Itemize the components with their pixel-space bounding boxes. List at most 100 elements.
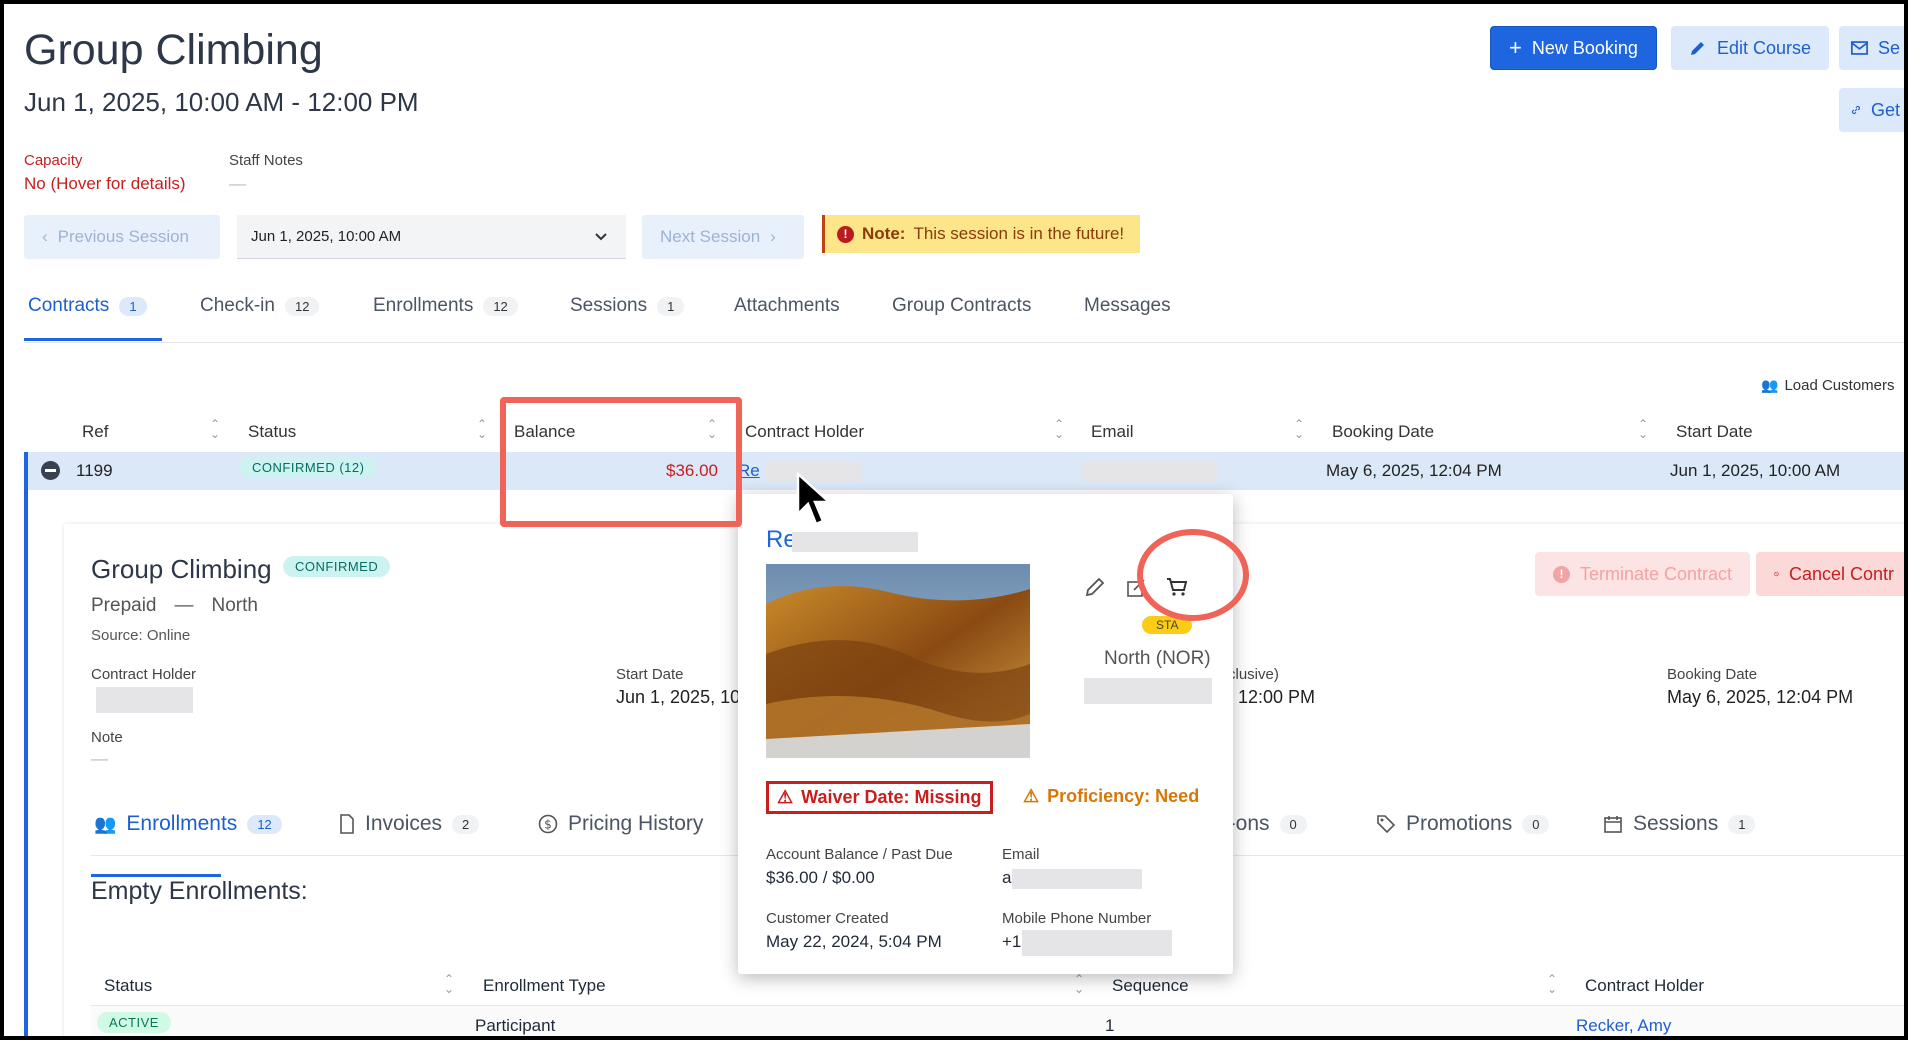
enroll-header-status[interactable]: Status (104, 976, 152, 996)
staff-notes-label: Staff Notes (229, 152, 303, 169)
enroll-type: Participant (475, 1016, 556, 1035)
link-icon (1851, 105, 1861, 115)
popup-location: North (NOR) (1104, 648, 1211, 669)
enroll-header-sequence[interactable]: Sequence (1112, 976, 1189, 996)
start-date-label: Start Date (616, 666, 684, 683)
new-booking-button[interactable]: + New Booking (1490, 26, 1657, 70)
active-tab-indicator (24, 338, 162, 341)
tab-group-contracts[interactable]: Group Contracts (892, 295, 1031, 317)
terminate-contract-button[interactable]: ! Terminate Contract (1535, 552, 1751, 596)
account-balance-value: $36.00 / $0.00 (766, 868, 875, 887)
customer-created-label: Customer Created (766, 910, 889, 927)
collapse-row-icon[interactable] (41, 461, 60, 480)
subtab-pricing-history[interactable]: $ Pricing History (538, 812, 703, 836)
booking-date-label: Booking Date (1667, 666, 1758, 683)
detail-title: Group Climbing (91, 554, 272, 584)
status-badge: CONFIRMED (12) (240, 457, 377, 478)
warning-icon: ⚠ (1023, 786, 1040, 806)
send-button[interactable]: Se (1839, 26, 1904, 70)
chevron-left-icon: ‹ (42, 227, 48, 246)
enroll-sequence: 1 (1105, 1016, 1115, 1035)
note-value: — (91, 749, 108, 768)
column-header-ref[interactable]: Ref (82, 422, 108, 442)
tab-enrollments[interactable]: Enrollments 12 (373, 295, 518, 317)
sort-icon[interactable]: ⌃ ⌄ (1294, 418, 1304, 440)
session-select[interactable]: Jun 1, 2025, 10:00 AM (237, 215, 626, 259)
redacted-contract-holder (96, 687, 193, 713)
next-session-button[interactable]: Next Session › (642, 215, 804, 259)
tab-messages[interactable]: Messages (1084, 295, 1171, 317)
svg-text:$: $ (544, 818, 552, 832)
mobile-phone-label: Mobile Phone Number (1002, 910, 1152, 927)
email-label: Email (1002, 846, 1040, 863)
mouse-cursor-icon (796, 472, 832, 526)
sort-icon[interactable]: ⌃ ⌄ (1054, 418, 1064, 440)
get-link-button[interactable]: Get (1839, 88, 1904, 132)
subtab-sessions[interactable]: Sessions 1 (1603, 812, 1756, 836)
sort-icon[interactable]: ⌃ ⌄ (210, 418, 220, 440)
customer-photo (766, 564, 1030, 758)
start-date-value: Jun 1, 2025, 10: (616, 687, 746, 707)
sort-icon[interactable]: ⌃ ⌄ (1547, 973, 1557, 995)
document-icon (340, 814, 354, 834)
detail-status-badge: CONFIRMED (283, 556, 391, 577)
contract-holder-label: Contract Holder (91, 666, 197, 683)
balance-highlight-annotation (500, 397, 742, 527)
page-title: Group Climbing (24, 26, 323, 74)
dollar-circle-icon: $ (538, 814, 558, 834)
redacted-email (1081, 461, 1218, 481)
sort-icon[interactable]: ⌃ ⌄ (477, 418, 487, 440)
enroll-header-type[interactable]: Enrollment Type (483, 976, 606, 996)
tag-icon (1377, 815, 1396, 834)
capacity-label: Capacity (24, 152, 83, 169)
calendar-icon (1604, 816, 1622, 833)
edit-pencil-icon[interactable] (1084, 576, 1106, 598)
ban-icon (1774, 571, 1779, 577)
end-date-label: clusive) (1228, 666, 1279, 683)
column-header-contract-holder[interactable]: Contract Holder (745, 422, 864, 442)
subtab-invoices[interactable]: Invoices 2 (339, 812, 480, 836)
chevron-down-icon (595, 232, 607, 240)
column-header-start-date[interactable]: Start Date (1676, 422, 1753, 442)
customer-created-value: May 22, 2024, 5:04 PM (766, 932, 942, 951)
pencil-icon (1691, 42, 1704, 55)
redacted-email (1012, 869, 1142, 889)
expanded-row-indicator (24, 452, 28, 1036)
previous-session-button[interactable]: ‹ Previous Session (24, 215, 220, 259)
column-header-email[interactable]: Email (1091, 422, 1134, 442)
cancel-contract-button[interactable]: Cancel Contr (1756, 552, 1904, 596)
redacted-detail (1084, 678, 1212, 704)
redacted-name (792, 532, 918, 552)
plus-icon: + (1509, 35, 1522, 60)
column-header-booking-date[interactable]: Booking Date (1332, 422, 1434, 442)
capacity-value[interactable]: No (Hover for details) (24, 174, 186, 194)
enroll-contract-holder-link[interactable]: Recker, Amy (1576, 1016, 1671, 1036)
session-date-range: Jun 1, 2025, 10:00 AM - 12:00 PM (24, 87, 419, 117)
main-tabs: Contracts 1 Check-in 12 Enrollments 12 Sess… (24, 287, 1904, 343)
row-start-date: Jun 1, 2025, 10:00 AM (1670, 461, 1841, 480)
alert-circle-icon: ! (1553, 565, 1570, 583)
tab-contracts[interactable]: Contracts 1 (28, 295, 147, 317)
column-header-status[interactable]: Status (248, 422, 296, 442)
enroll-header-contract-holder[interactable]: Contract Holder (1585, 976, 1704, 996)
future-session-note: ! Note: This session is in the future! (822, 215, 1140, 253)
edit-course-button[interactable]: Edit Course (1671, 26, 1830, 70)
proficiency-warning: ⚠ Proficiency: Need (1023, 786, 1200, 806)
tab-attachments[interactable]: Attachments (734, 295, 840, 317)
sort-icon[interactable]: ⌃ ⌄ (1074, 973, 1084, 995)
staff-notes-value: — (229, 174, 246, 193)
sort-icon[interactable]: ⌃ ⌄ (444, 973, 454, 995)
tab-check-in[interactable]: Check-in 12 (200, 295, 320, 317)
mobile-phone-value: +1 (1002, 932, 1022, 951)
subtab-enrollments[interactable]: 👥 Enrollments 12 (94, 812, 282, 836)
row-booking-date: May 6, 2025, 12:04 PM (1326, 461, 1502, 480)
load-customers-button[interactable]: 👥 Load Customers (1761, 377, 1895, 394)
users-icon: 👥 (94, 813, 117, 834)
alert-icon: ! (837, 225, 854, 243)
subtab-promotions[interactable]: Promotions 0 (1376, 812, 1550, 836)
row-ref: 1199 (76, 461, 113, 480)
sort-icon[interactable]: ⌃ ⌄ (1638, 418, 1648, 440)
note-label: Note (91, 729, 123, 746)
enroll-status-badge: ACTIVE (97, 1012, 171, 1033)
tab-sessions[interactable]: Sessions 1 (570, 295, 685, 317)
